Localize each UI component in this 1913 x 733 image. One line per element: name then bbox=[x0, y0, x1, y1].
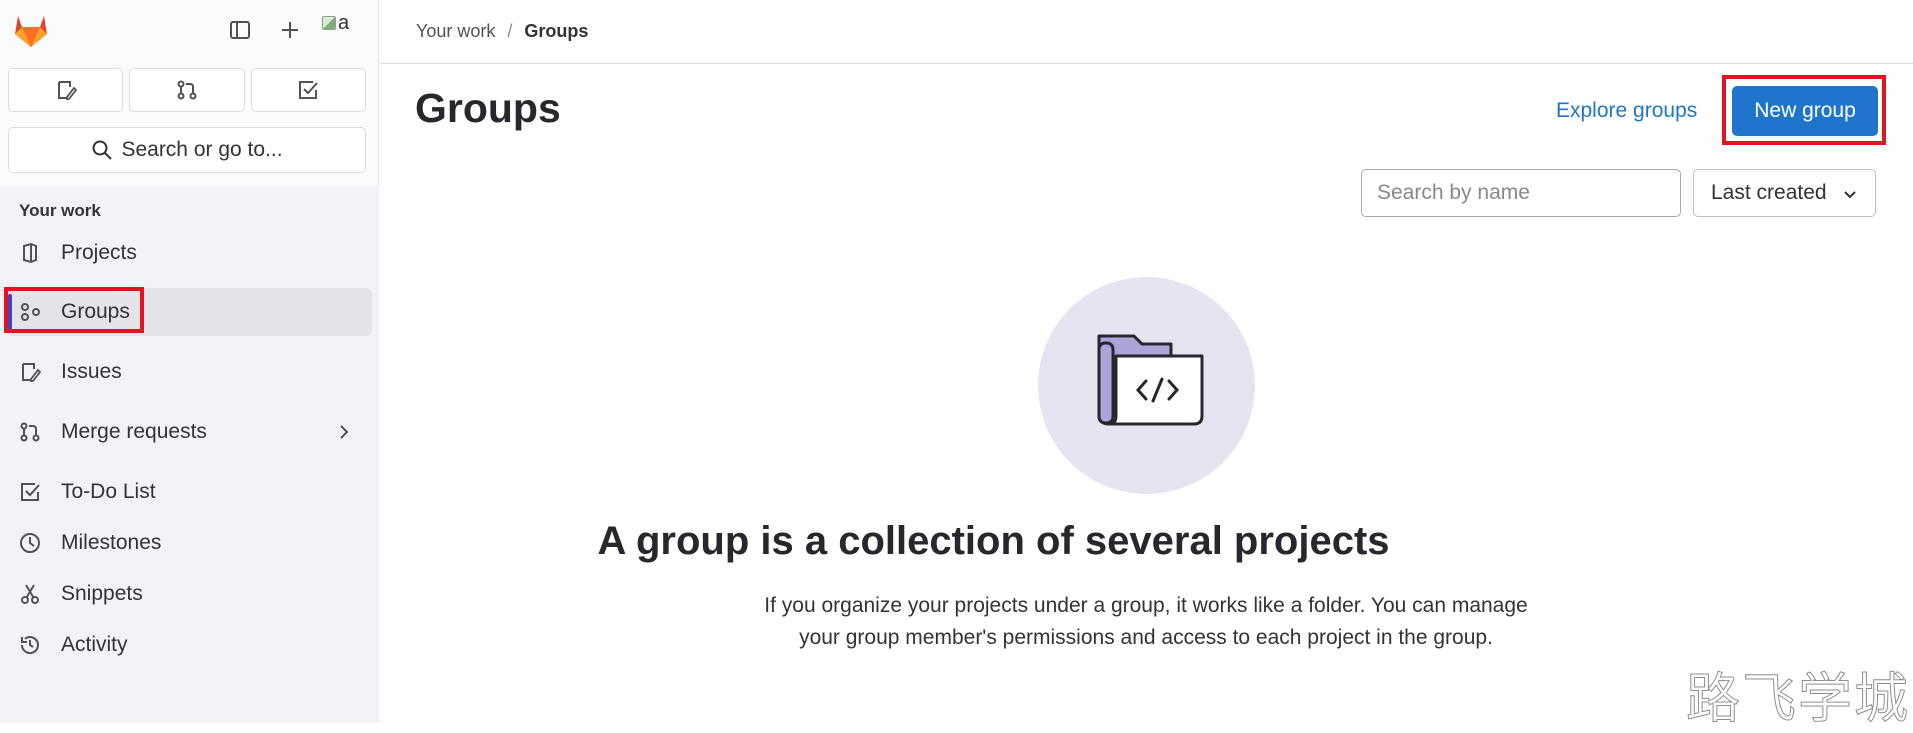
sidebar-header: a bbox=[0, 0, 379, 60]
empty-state-title: A group is a collection of several proje… bbox=[380, 519, 1913, 564]
sidebar-item-issues[interactable]: Issues bbox=[6, 348, 372, 396]
breadcrumb-groups[interactable]: Groups bbox=[524, 21, 588, 42]
sidebar-item-label: Milestones bbox=[61, 531, 162, 554]
sidebar-item-snippets[interactable]: Snippets bbox=[6, 570, 372, 618]
scissors-icon bbox=[21, 584, 39, 604]
chevron-right-icon bbox=[340, 425, 349, 439]
chevron-down-icon bbox=[1844, 191, 1856, 199]
broken-image-icon bbox=[322, 16, 336, 30]
folder-code-icon bbox=[1097, 334, 1204, 426]
user-avatar[interactable]: a bbox=[322, 12, 360, 46]
assigned-issues-button[interactable] bbox=[8, 68, 124, 112]
sidebar-toggle-icon bbox=[230, 21, 250, 39]
page-title: Groups bbox=[415, 85, 561, 131]
sidebar-item-activity[interactable]: Activity bbox=[6, 621, 372, 669]
sidebar-item-label: Snippets bbox=[61, 582, 143, 605]
issues-icon bbox=[22, 363, 41, 382]
sidebar-item-label: Issues bbox=[61, 360, 122, 383]
todo-check-icon bbox=[21, 483, 40, 501]
search-or-go-to-button[interactable]: Search or go to... bbox=[8, 127, 366, 173]
sidebar-item-groups[interactable]: Groups bbox=[6, 288, 372, 336]
group-icon bbox=[21, 303, 40, 321]
search-icon bbox=[92, 140, 113, 160]
clock-icon bbox=[20, 533, 40, 553]
sidebar-item-label: Groups bbox=[61, 300, 130, 323]
create-new-button[interactable] bbox=[273, 13, 307, 47]
issues-icon bbox=[57, 81, 77, 100]
new-group-button[interactable]: New group bbox=[1732, 86, 1878, 136]
watermark: 路飞学城 bbox=[1686, 667, 1910, 731]
empty-state-description: If you organize your projects under a gr… bbox=[764, 594, 1528, 649]
todo-list-button[interactable] bbox=[250, 68, 366, 112]
search-label: Search or go to... bbox=[121, 138, 283, 161]
sidebar-item-label: Merge requests bbox=[61, 420, 207, 443]
sidebar-item-projects[interactable]: Projects bbox=[6, 229, 372, 277]
project-icon bbox=[23, 242, 37, 264]
quick-actions bbox=[8, 68, 366, 112]
sidebar-item-label: Projects bbox=[61, 241, 137, 264]
merge-request-icon bbox=[177, 80, 197, 100]
sidebar-item-todo-list[interactable]: To-Do List bbox=[6, 468, 372, 516]
breadcrumb-your-work[interactable]: Your work bbox=[416, 21, 495, 42]
sort-dropdown[interactable]: Last created bbox=[1693, 169, 1876, 217]
sidebar-nav: Your work Projects Groups Issues Merge r… bbox=[0, 186, 379, 723]
plus-icon bbox=[282, 22, 298, 38]
explore-groups-link[interactable]: Explore groups bbox=[1556, 99, 1697, 123]
breadcrumb: Your work / Groups bbox=[380, 0, 1913, 64]
sidebar-item-label: To-Do List bbox=[61, 480, 156, 503]
sidebar-item-milestones[interactable]: Milestones bbox=[6, 519, 372, 567]
section-title: Your work bbox=[19, 201, 101, 220]
toggle-sidebar-button[interactable] bbox=[223, 13, 257, 47]
avatar-alt-text: a bbox=[338, 12, 350, 34]
history-icon bbox=[20, 636, 39, 654]
sidebar-item-label: Activity bbox=[61, 633, 128, 656]
empty-state-illustration bbox=[1038, 277, 1255, 494]
todo-check-icon bbox=[299, 81, 319, 99]
gitlab-logo-icon[interactable] bbox=[10, 10, 52, 50]
breadcrumb-separator: / bbox=[507, 21, 513, 41]
empty-state-title-text: A group is a collection of several proje… bbox=[597, 519, 1390, 563]
search-by-name-input[interactable] bbox=[1361, 169, 1681, 217]
sidebar: a Search or go to... Your work Projects … bbox=[0, 0, 379, 723]
sidebar-item-merge-requests[interactable]: Merge requests bbox=[6, 408, 372, 456]
merge-requests-button[interactable] bbox=[129, 68, 245, 112]
merge-request-icon bbox=[20, 422, 40, 442]
sort-selected-label: Last created bbox=[1711, 181, 1827, 204]
